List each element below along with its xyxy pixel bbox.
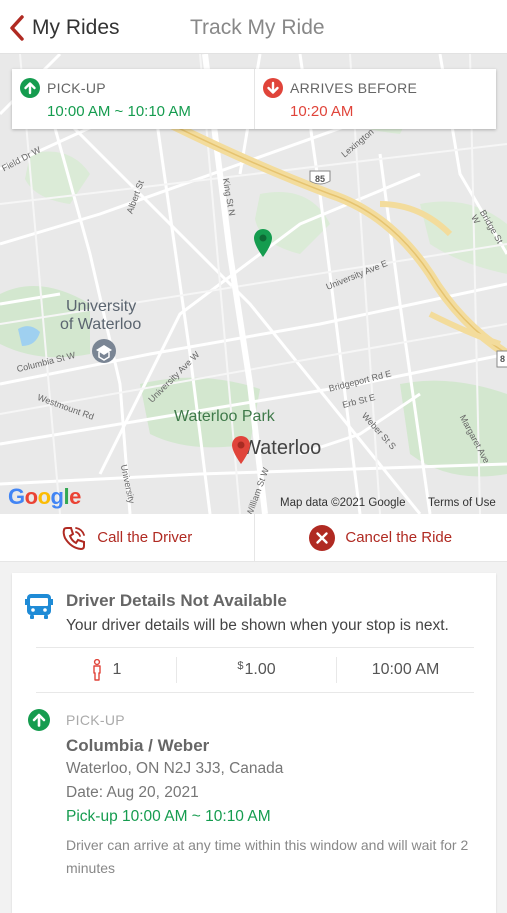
pickup-address: Waterloo, ON N2J 3J3, Canada bbox=[66, 760, 283, 778]
fare: $1.00 bbox=[177, 657, 337, 683]
destination-map-marker-icon[interactable] bbox=[231, 435, 251, 465]
pickup-stop-name: Columbia / Weber bbox=[66, 736, 209, 756]
cancel-ride-label: Cancel the Ride bbox=[345, 529, 452, 546]
call-driver-label: Call the Driver bbox=[97, 529, 192, 546]
arrival-time-section: ARRIVES BEFORE 10:20 AM bbox=[254, 69, 496, 129]
google-logo: Google bbox=[8, 484, 81, 510]
map-label-of-waterloo: of Waterloo bbox=[60, 316, 141, 334]
arrow-up-circle-icon bbox=[20, 78, 40, 98]
map-view[interactable]: University of Waterloo Waterloo Park Wat… bbox=[0, 54, 507, 514]
driver-details-subtitle: Your driver details will be shown when y… bbox=[66, 617, 449, 635]
map-label-university: University bbox=[66, 298, 136, 316]
map-label-waterloo-park: Waterloo Park bbox=[174, 408, 275, 426]
google-logo-text: Google bbox=[8, 484, 81, 509]
ride-details-card: Driver Details Not Available Your driver… bbox=[12, 573, 496, 913]
pickup-note: Driver can arrive at any time within thi… bbox=[66, 834, 486, 880]
map-label-waterloo: Waterloo bbox=[242, 437, 321, 460]
ride-stats-row: 1 $1.00 10:00 AM bbox=[36, 647, 474, 693]
map-terms-link[interactable]: Terms of Use bbox=[428, 497, 496, 509]
arrow-up-circle-icon bbox=[28, 709, 50, 731]
time-summary-card: PICK-UP 10:00 AM ~ 10:10 AM ARRIVES BEFO… bbox=[12, 69, 496, 129]
pickup-map-marker-icon[interactable] bbox=[253, 228, 273, 258]
close-circle-icon bbox=[309, 525, 335, 551]
fare-value: 1.00 bbox=[244, 661, 275, 679]
back-button[interactable]: My Rides bbox=[8, 14, 120, 42]
map-label-highway-8: 8 bbox=[500, 354, 505, 364]
ride-time: 10:00 AM bbox=[337, 657, 474, 683]
pickup-date: Date: Aug 20, 2021 bbox=[66, 784, 199, 802]
top-bar: My Rides Track My Ride bbox=[0, 0, 507, 54]
bus-icon bbox=[24, 591, 54, 621]
driver-details-title: Driver Details Not Available bbox=[66, 591, 287, 611]
map-attribution: Map data ©2021 Google bbox=[280, 497, 405, 509]
passenger-count: 1 bbox=[36, 657, 177, 683]
chevron-left-icon bbox=[8, 15, 26, 41]
pickup-time-label: PICK-UP bbox=[47, 80, 106, 96]
map-label-highway-85: 85 bbox=[315, 174, 325, 184]
back-label: My Rides bbox=[32, 16, 120, 40]
ride-time-value: 10:00 AM bbox=[372, 661, 440, 679]
call-driver-button[interactable]: Call the Driver bbox=[0, 514, 254, 561]
pickup-section-label: PICK-UP bbox=[66, 712, 125, 728]
person-icon bbox=[91, 659, 103, 681]
pickup-time-section: PICK-UP 10:00 AM ~ 10:10 AM bbox=[12, 69, 254, 129]
pickup-time-value: 10:00 AM ~ 10:10 AM bbox=[47, 103, 191, 120]
ride-actions-bar: Call the Driver Cancel the Ride bbox=[0, 514, 507, 562]
page-title: Track My Ride bbox=[190, 16, 325, 40]
passenger-count-value: 1 bbox=[113, 661, 122, 679]
arrival-time-label: ARRIVES BEFORE bbox=[290, 80, 417, 96]
arrival-time-value: 10:20 AM bbox=[290, 103, 353, 120]
pickup-window: Pick-up 10:00 AM ~ 10:10 AM bbox=[66, 808, 271, 826]
phone-icon bbox=[61, 525, 87, 551]
fare-currency: $ bbox=[237, 660, 243, 672]
arrow-down-circle-icon bbox=[263, 78, 283, 98]
cancel-ride-button[interactable]: Cancel the Ride bbox=[254, 514, 507, 561]
